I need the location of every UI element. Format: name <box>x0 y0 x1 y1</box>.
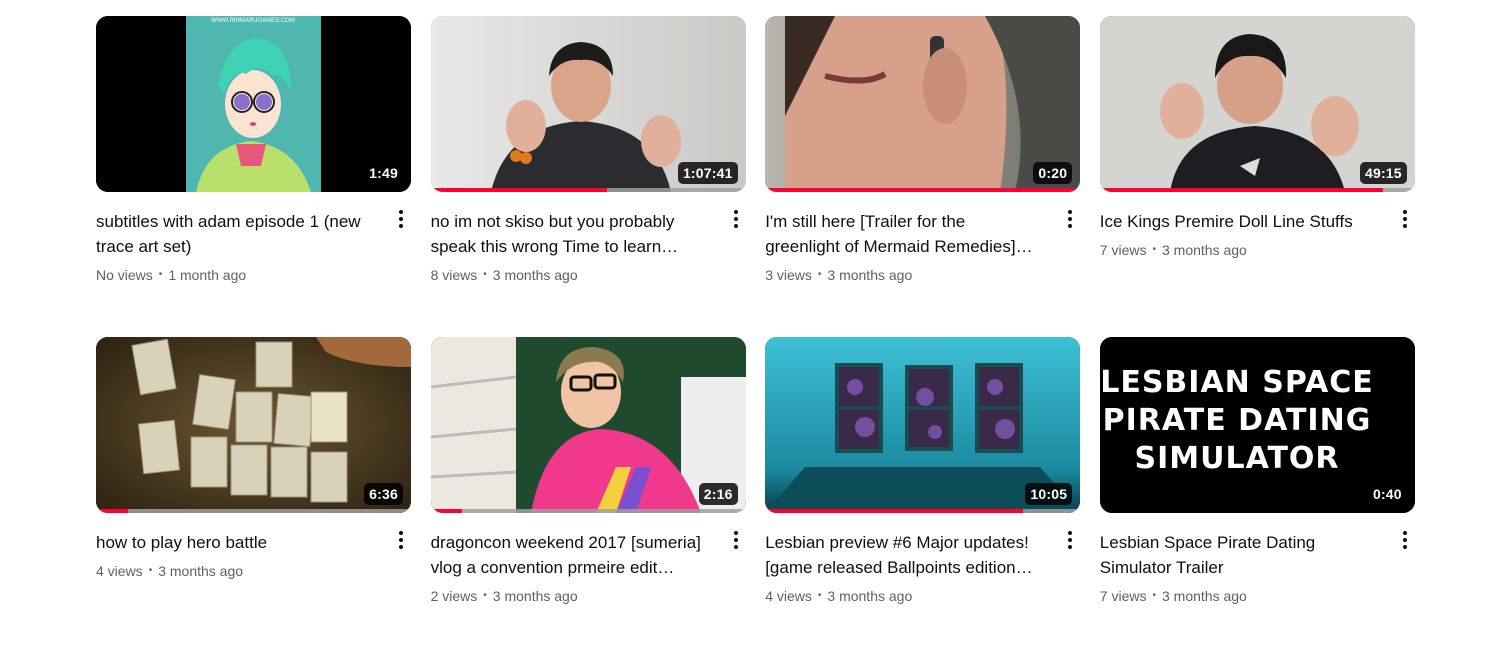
thumbnail-title-text: LESBIAN SPACE <box>1100 365 1374 400</box>
video-card[interactable]: 1:07:41 no im not skiso but you probably… <box>430 16 746 337</box>
video-details: subtitles with adam episode 1 (new trace… <box>96 192 411 285</box>
video-thumbnail[interactable]: WWW.RINMARUGAMES.COM 1:49 <box>96 16 411 192</box>
video-stats: 7 views • 3 months ago <box>1100 586 1379 606</box>
separator-dot: • <box>1152 244 1156 255</box>
view-count: No views <box>96 267 153 283</box>
video-title[interactable]: I'm still here [Trailer for the greenlig… <box>765 209 1044 259</box>
duration-badge: 10:05 <box>1025 483 1073 505</box>
video-stats: 4 views • 3 months ago <box>765 586 1044 606</box>
separator-dot: • <box>158 269 163 280</box>
video-details: how to play hero battle 4 views • 3 mont… <box>96 513 411 581</box>
video-title[interactable]: dragoncon weekend 2017 [sumeria] vlog a … <box>431 530 710 580</box>
more-actions-icon[interactable] <box>1058 207 1082 231</box>
more-actions-icon[interactable] <box>1058 528 1082 552</box>
video-card[interactable]: 6:36 how to play hero battle 4 views • 3… <box>96 337 411 658</box>
duration-badge: 49:15 <box>1359 162 1407 184</box>
video-card[interactable]: WWW.RINMARUGAMES.COM 1:49 subtitles with… <box>96 16 411 337</box>
duration-badge: 1:07:41 <box>677 162 738 184</box>
video-title[interactable]: Lesbian preview #6 Major updates! [game … <box>765 530 1044 580</box>
separator-dot: • <box>483 269 487 280</box>
upload-age: 3 months ago <box>1161 242 1247 258</box>
watermark-text: WWW.RINMARUGAMES.COM <box>211 18 295 24</box>
video-title[interactable]: how to play hero battle <box>96 530 375 555</box>
video-stats: 8 views • 3 months ago <box>431 265 710 285</box>
view-count: 7 views <box>1099 242 1147 258</box>
video-card[interactable]: 10:05 Lesbian preview #6 Major updates! … <box>765 337 1081 658</box>
separator-dot: • <box>817 269 822 280</box>
duration-badge: 1:49 <box>364 162 403 184</box>
video-thumbnail[interactable]: 1:07:41 <box>430 16 746 192</box>
video-details: Lesbian preview #6 Major updates! [game … <box>765 513 1080 606</box>
more-actions-icon[interactable] <box>1393 207 1417 231</box>
video-details: I'm still here [Trailer for the greenlig… <box>765 192 1080 285</box>
separator-dot: • <box>1152 590 1156 601</box>
video-card[interactable]: 0:20 I'm still here [Trailer for the gre… <box>765 16 1081 337</box>
video-card[interactable]: 49:15 Ice Kings Premire Doll Line Stuffs… <box>1099 16 1415 337</box>
video-card[interactable]: 2:16 dragoncon weekend 2017 [sumeria] vl… <box>430 337 746 658</box>
video-title[interactable]: Lesbian Space Pirate Dating Simulator Tr… <box>1100 530 1379 580</box>
separator-dot: • <box>483 590 487 601</box>
view-count: 4 views <box>96 563 143 579</box>
video-stats: 7 views • 3 months ago <box>1100 240 1379 260</box>
thumbnail-title-text: SIMULATOR <box>1134 441 1339 476</box>
video-thumbnail[interactable]: LESBIAN SPACE PIRATE DATING SIMULATOR 0:40 <box>1099 337 1415 513</box>
video-stats: No views • 1 month ago <box>96 265 375 285</box>
more-actions-icon[interactable] <box>389 528 413 552</box>
video-title[interactable]: subtitles with adam episode 1 (new trace… <box>96 209 375 259</box>
separator-dot: • <box>148 565 153 576</box>
video-details: Lesbian Space Pirate Dating Simulator Tr… <box>1100 513 1415 606</box>
video-stats: 2 views • 3 months ago <box>431 586 710 606</box>
duration-badge: 6:36 <box>364 483 403 505</box>
view-count: 2 views <box>430 588 478 604</box>
upload-age: 3 months ago <box>158 563 244 579</box>
duration-badge: 2:16 <box>698 483 738 505</box>
video-title[interactable]: Ice Kings Premire Doll Line Stuffs <box>1100 209 1379 234</box>
upload-age: 3 months ago <box>1161 588 1247 604</box>
upload-age: 3 months ago <box>492 588 578 604</box>
video-thumbnail[interactable]: 49:15 <box>1099 16 1415 192</box>
video-thumbnail[interactable]: 10:05 <box>765 337 1081 513</box>
video-thumbnail[interactable]: 2:16 <box>430 337 746 513</box>
view-count: 3 views <box>765 267 812 283</box>
view-count: 7 views <box>1099 588 1147 604</box>
video-grid: WWW.RINMARUGAMES.COM 1:49 subtitles with… <box>96 16 1415 658</box>
video-stats: 3 views • 3 months ago <box>765 265 1044 285</box>
view-count: 4 views <box>765 588 812 604</box>
video-details: no im not skiso but you probably speak t… <box>431 192 746 285</box>
thumbnail-title-text: PIRATE DATING <box>1102 403 1371 438</box>
upload-age: 3 months ago <box>492 267 578 283</box>
duration-badge: 0:20 <box>1033 162 1073 184</box>
separator-dot: • <box>817 590 822 601</box>
view-count: 8 views <box>430 267 478 283</box>
duration-badge: 0:40 <box>1367 483 1407 505</box>
video-thumbnail[interactable]: 0:20 <box>765 16 1081 192</box>
upload-age: 3 months ago <box>827 588 913 604</box>
video-title[interactable]: no im not skiso but you probably speak t… <box>431 209 710 259</box>
more-actions-icon[interactable] <box>724 528 748 552</box>
video-stats: 4 views • 3 months ago <box>96 561 375 581</box>
video-details: Ice Kings Premire Doll Line Stuffs 7 vie… <box>1100 192 1415 260</box>
more-actions-icon[interactable] <box>389 207 413 231</box>
video-card[interactable]: LESBIAN SPACE PIRATE DATING SIMULATOR 0:40… <box>1099 337 1415 658</box>
video-details: dragoncon weekend 2017 [sumeria] vlog a … <box>431 513 746 606</box>
more-actions-icon[interactable] <box>1393 528 1417 552</box>
upload-age: 1 month ago <box>168 267 247 283</box>
more-actions-icon[interactable] <box>724 207 748 231</box>
video-thumbnail[interactable]: 6:36 <box>96 337 411 513</box>
upload-age: 3 months ago <box>827 267 913 283</box>
